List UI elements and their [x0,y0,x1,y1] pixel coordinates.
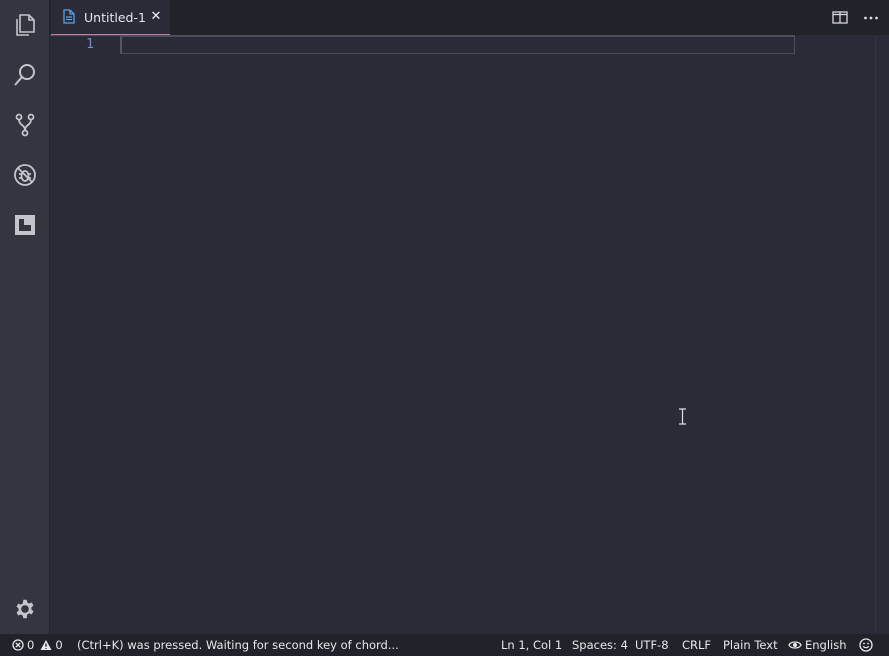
end-of-line[interactable]: CRLF [682,638,711,652]
gear-icon[interactable] [0,584,50,634]
spell-language-text: English [805,638,847,652]
activity-bar [0,0,50,634]
encoding[interactable]: UTF-8 [635,638,669,652]
feedback-button[interactable] [859,638,876,652]
problems-indicator[interactable]: 0 0 [12,638,63,652]
tab-untitled-1[interactable]: Untitled-1 ✕ [51,0,170,35]
status-bar: 0 0 (Ctrl+K) was pressed. Waiting for se… [0,634,889,656]
indentation[interactable]: Spaces: 4 [572,638,628,652]
language-text: Plain Text [723,638,778,652]
smiley-icon [859,638,873,652]
vertical-scrollbar[interactable] [875,35,889,634]
source-control-icon[interactable] [0,100,50,150]
current-line-highlight[interactable] [120,36,795,54]
text-cursor-icon [679,408,686,425]
close-icon[interactable]: ✕ [149,9,163,25]
spell-check-language[interactable]: English [788,638,847,652]
cursor-position-text: Ln 1, Col 1 [501,638,563,652]
search-icon[interactable] [0,50,50,100]
file-icon [63,9,75,24]
warning-icon [40,640,52,650]
cursor-position[interactable]: Ln 1, Col 1 [501,638,562,652]
eol-text: CRLF [682,638,712,652]
more-actions-icon[interactable] [862,9,880,27]
encoding-text: UTF-8 [635,638,669,652]
error-icon [12,639,24,651]
split-editor-icon[interactable] [831,9,849,27]
debug-icon[interactable] [0,150,50,200]
eye-icon [788,641,802,649]
language-mode[interactable]: Plain Text [723,638,778,652]
editor[interactable]: 1 [50,35,875,634]
extensions-icon[interactable] [0,200,50,250]
tab-label: Untitled-1 [84,10,146,25]
status-message: (Ctrl+K) was pressed. Waiting for second… [77,638,399,652]
status-message-text: (Ctrl+K) was pressed. Waiting for second… [77,638,399,652]
tab-bar: Untitled-1 ✕ [50,0,889,35]
error-count: 0 [27,638,35,652]
line-number: 1 [86,37,94,52]
indentation-text: Spaces: 4 [572,638,628,652]
explorer-icon[interactable] [0,0,50,50]
warning-count: 0 [55,638,63,652]
